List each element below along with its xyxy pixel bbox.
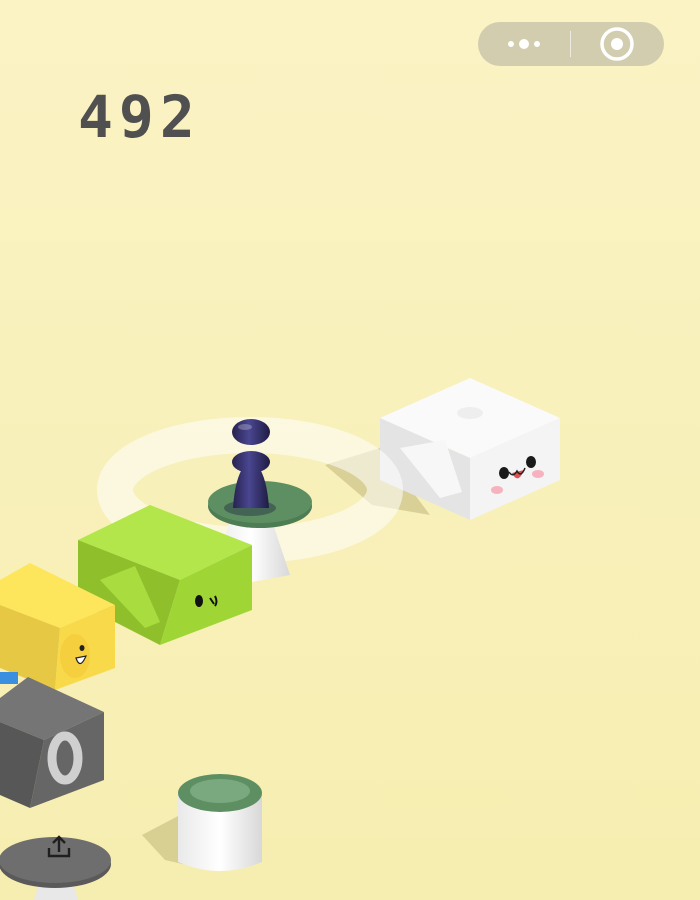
green-top-cylinder <box>178 774 262 871</box>
more-button[interactable] <box>478 22 570 66</box>
score-counter: 492 <box>78 83 201 151</box>
mini-program-capsule <box>478 22 664 66</box>
more-dots-icon <box>508 39 540 49</box>
gray-share-platform[interactable] <box>0 835 111 900</box>
gray-ring-block <box>0 677 104 808</box>
close-button[interactable] <box>571 22 663 66</box>
target-close-icon <box>600 27 634 61</box>
